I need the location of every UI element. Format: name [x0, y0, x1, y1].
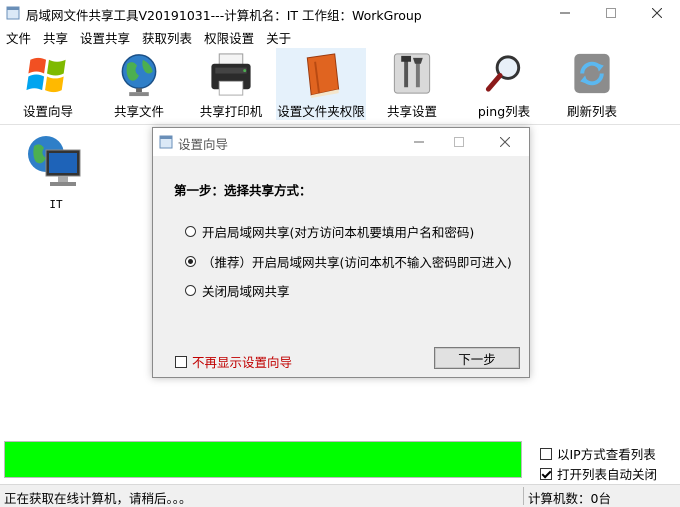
dialog-title: 设置向导 [178, 137, 229, 152]
radio-button-selected[interactable] [185, 256, 196, 267]
close-icon [652, 8, 662, 18]
option-label: 关闭局域网共享 [202, 284, 290, 299]
share-file-label: 共享文件 [113, 104, 164, 119]
share-printer-label: 共享打印机 [199, 104, 263, 119]
status-divider [523, 487, 524, 505]
checkbox[interactable] [540, 447, 552, 460]
computer-item[interactable]: IT [20, 130, 92, 211]
ping-list-label: ping列表 [477, 104, 531, 119]
app-window-icon [6, 6, 20, 20]
minimize-button[interactable] [542, 0, 588, 26]
windows-logo-icon [26, 57, 66, 93]
checkbox[interactable] [175, 355, 187, 368]
radio-button[interactable] [185, 226, 196, 237]
no-show-again-checkbox[interactable]: 不再显示设置向导 [175, 352, 292, 371]
setup-wizard-label: 设置向导 [22, 104, 73, 119]
progress-fill [5, 442, 521, 477]
dialog-minimize-button[interactable] [399, 128, 439, 156]
magnifier-icon [485, 55, 521, 92]
folder-permission-button[interactable]: 设置文件夹权限 [276, 48, 366, 120]
checkbox-checked[interactable] [540, 467, 552, 480]
dialog-app-icon [159, 135, 173, 149]
step-heading: 第一步：选择共享方式： [174, 183, 312, 198]
auto-close-label: 打开列表自动关闭 [557, 467, 658, 482]
share-file-button[interactable]: 共享文件 [103, 48, 175, 120]
share-settings-button[interactable]: 共享设置 [376, 48, 448, 120]
close-icon [500, 137, 510, 147]
title-bar: 局域网文件共享工具V20191031---计算机名：IT 工作组：WorkGro… [0, 0, 680, 26]
minimize-icon [414, 141, 424, 143]
refresh-list-button[interactable]: 刷新列表 [556, 48, 628, 120]
network-computer-icon [28, 136, 81, 186]
maximize-icon [454, 137, 464, 147]
book-icon [306, 53, 340, 99]
close-button[interactable] [634, 0, 680, 26]
share-option-disable[interactable]: 关闭局域网共享 [185, 281, 290, 300]
computer-name: IT [49, 198, 63, 211]
setup-wizard-button[interactable]: 设置向导 [12, 48, 84, 120]
view-by-ip-label: 以IP方式查看列表 [557, 447, 656, 462]
tools-icon [393, 53, 431, 94]
option-label: 开启局域网共享(对方访问本机要填用户名和密码) [202, 225, 475, 240]
maximize-icon [606, 8, 616, 18]
refresh-icon [574, 53, 610, 94]
toolbar: 设置向导 共享文件 共享打印机 设置文件夹权限 共享设置 ping列表 刷新列表 [0, 46, 680, 125]
globe-icon [121, 54, 157, 97]
minimize-icon [560, 12, 570, 14]
menu-bar: 文件 共享 设置共享 获取列表 权限设置 关于 [0, 26, 680, 46]
menu-permissions[interactable]: 权限设置 [198, 26, 260, 46]
status-message: 正在获取在线计算机，请稍后。。。 [4, 491, 192, 506]
no-show-label: 不再显示设置向导 [192, 355, 293, 370]
menu-share-settings[interactable]: 设置共享 [74, 26, 136, 46]
printer-icon [211, 53, 251, 96]
option-label: （推荐）开启局域网共享(访问本机不输入密码即可进入) [202, 255, 512, 270]
status-bar: 正在获取在线计算机，请稍后。。。 计算机数：0台 [0, 484, 680, 507]
view-by-ip-checkbox[interactable]: 以IP方式查看列表 [540, 444, 656, 463]
bottom-panel: 以IP方式查看列表 打开列表自动关闭 [0, 438, 680, 484]
radio-button[interactable] [185, 285, 196, 296]
share-printer-button[interactable]: 共享打印机 [190, 48, 272, 120]
computer-count: 计算机数：0台 [528, 491, 611, 506]
share-option-with-password[interactable]: 开启局域网共享(对方访问本机要填用户名和密码) [185, 222, 474, 241]
auto-close-checkbox[interactable]: 打开列表自动关闭 [540, 464, 657, 483]
progress-bar [4, 441, 522, 478]
folder-permission-label: 设置文件夹权限 [277, 104, 365, 119]
dialog-close-button[interactable] [485, 128, 525, 156]
next-step-button[interactable]: 下一步 [434, 347, 520, 369]
menu-file[interactable]: 文件 [0, 26, 37, 46]
window-title: 局域网文件共享工具V20191031---计算机名：IT 工作组：WorkGro… [26, 8, 422, 23]
menu-get-list[interactable]: 获取列表 [136, 26, 198, 46]
refresh-list-label: 刷新列表 [566, 104, 617, 119]
dialog-maximize-button[interactable] [439, 128, 479, 156]
share-settings-label: 共享设置 [386, 104, 437, 119]
setup-wizard-dialog: 设置向导 第一步：选择共享方式： 开启局域网共享(对方访问本机要填用户名和密码)… [152, 127, 530, 378]
menu-share[interactable]: 共享 [37, 26, 74, 46]
ping-list-button[interactable]: ping列表 [468, 48, 540, 120]
menu-about[interactable]: 关于 [260, 26, 297, 46]
maximize-button[interactable] [588, 0, 634, 26]
share-option-no-password[interactable]: （推荐）开启局域网共享(访问本机不输入密码即可进入) [185, 252, 512, 271]
dialog-title-bar: 设置向导 [153, 128, 529, 156]
